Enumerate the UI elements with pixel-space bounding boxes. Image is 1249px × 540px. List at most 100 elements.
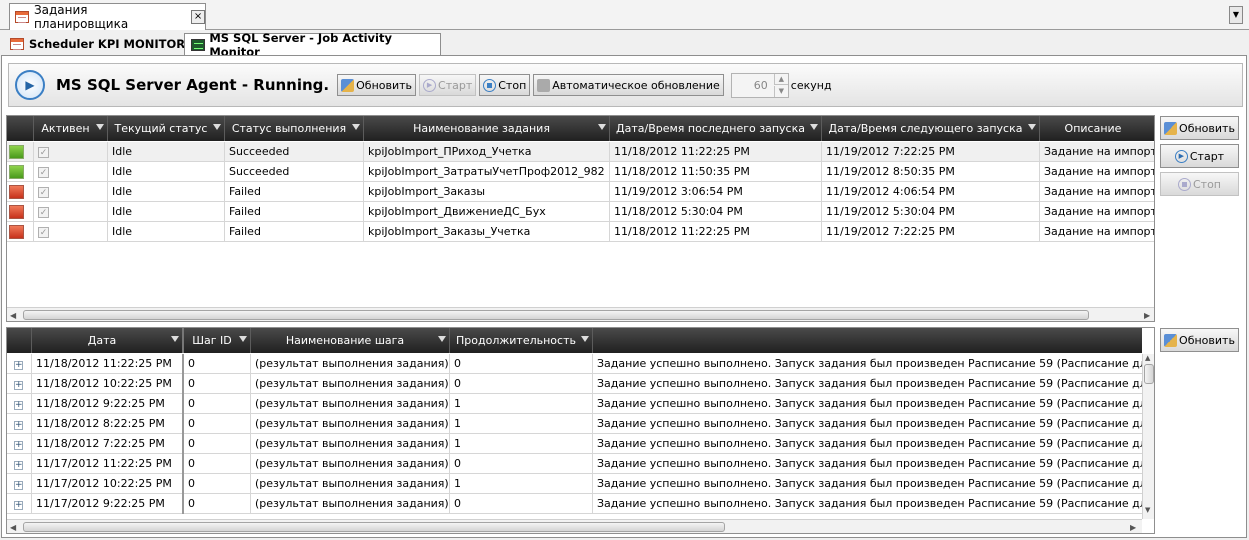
header-next-run[interactable]: Дата/Время следующего запуска bbox=[822, 116, 1040, 141]
header-job-name[interactable]: Наименование задания bbox=[364, 116, 610, 141]
history-row[interactable]: +11/18/2012 9:22:25 PM 0 (результат выполн… bbox=[7, 394, 1142, 414]
scroll-thumb[interactable] bbox=[1144, 364, 1154, 384]
expand-cell[interactable]: + bbox=[7, 434, 32, 454]
expand-cell[interactable]: + bbox=[7, 374, 32, 394]
refresh-interval-stepper[interactable]: 60 ▲ ▼ bbox=[730, 72, 789, 98]
chevron-left-icon[interactable]: ◀ bbox=[10, 311, 16, 320]
expand-plus-icon[interactable]: + bbox=[14, 481, 23, 490]
job-flag-cell bbox=[7, 202, 34, 222]
history-row[interactable]: +11/18/2012 11:22:25 PM 0 (результат выпол… bbox=[7, 354, 1142, 374]
auto-refresh-toggle[interactable]: Автоматическое обновление bbox=[533, 74, 724, 96]
job-row[interactable]: ✓ Idle Failed kpiJobImport_Заказы_Учетка 11/… bbox=[7, 222, 1154, 242]
expand-plus-icon[interactable]: + bbox=[14, 361, 23, 370]
header-description[interactable]: Описание bbox=[1040, 116, 1154, 141]
filter-icon[interactable] bbox=[213, 124, 221, 130]
header-enabled[interactable]: Активен bbox=[34, 116, 108, 141]
filter-icon[interactable] bbox=[1028, 124, 1036, 130]
header-step-id[interactable]: Шаг ID bbox=[184, 328, 251, 353]
job-flag-cell bbox=[7, 222, 34, 242]
history-duration-cell: 0 bbox=[450, 354, 593, 374]
history-date-cell: 11/17/2012 9:22:25 PM bbox=[32, 494, 184, 514]
expand-cell[interactable]: + bbox=[7, 454, 32, 474]
expand-cell[interactable]: + bbox=[7, 474, 32, 494]
job-row[interactable]: ✓ Idle Failed kpiJobImport_ДвижениеДС_Бух 11… bbox=[7, 202, 1154, 222]
jobs-grid-header: Активен Текущий статус Статус выполнения… bbox=[7, 116, 1154, 141]
header-execution-status[interactable]: Статус выполнения bbox=[225, 116, 364, 141]
job-next-cell: 11/19/2012 5:30:04 PM bbox=[822, 202, 1040, 222]
chevron-right-icon[interactable]: ▶ bbox=[1130, 523, 1136, 532]
expand-cell[interactable]: + bbox=[7, 354, 32, 374]
agent-refresh-button[interactable]: Обновить bbox=[337, 74, 417, 96]
header-step-name[interactable]: Наименование шага bbox=[251, 328, 450, 353]
job-enabled-cell: ✓ bbox=[34, 162, 108, 182]
tab-scheduler-kpi-monitor[interactable]: Scheduler KPI MONITOR bbox=[3, 33, 192, 55]
agent-stop-button[interactable]: Стоп bbox=[479, 74, 531, 96]
green-flag-icon bbox=[9, 165, 24, 179]
expand-plus-icon[interactable]: + bbox=[14, 421, 23, 430]
expand-cell[interactable]: + bbox=[7, 494, 32, 514]
history-row[interactable]: +11/18/2012 7:22:25 PM 0 (результат выполн… bbox=[7, 434, 1142, 454]
header-duration[interactable]: Продолжительность bbox=[450, 328, 593, 353]
jobs-refresh-button[interactable]: Обновить bbox=[1160, 116, 1239, 140]
history-message-cell: Задание успешно выполнено. Запуск задани… bbox=[597, 397, 1142, 410]
job-next-cell: 11/19/2012 7:22:25 PM bbox=[822, 222, 1040, 242]
chevron-left-icon[interactable]: ◀ bbox=[10, 523, 16, 532]
filter-icon[interactable] bbox=[581, 336, 589, 342]
history-row[interactable]: +11/17/2012 10:22:25 PM 0 (результат выпол… bbox=[7, 474, 1142, 494]
header-label: Шаг ID bbox=[192, 334, 232, 347]
job-enabled-cell: ✓ bbox=[34, 222, 108, 242]
history-row[interactable]: +11/17/2012 9:22:25 PM 0 (результат выполн… bbox=[7, 494, 1142, 514]
refresh-icon bbox=[1164, 333, 1178, 347]
history-vertical-scrollbar[interactable]: ▲ ▼ bbox=[1142, 354, 1154, 519]
header-message bbox=[593, 328, 1142, 353]
header-date[interactable]: Дата bbox=[32, 328, 184, 353]
expand-plus-icon[interactable]: + bbox=[14, 381, 23, 390]
job-row[interactable]: ✓ Idle Failed kpiJobImport_Заказы 11/19/2012… bbox=[7, 182, 1154, 202]
chevron-up-icon[interactable]: ▲ bbox=[1145, 354, 1150, 362]
history-row[interactable]: +11/18/2012 10:22:25 PM 0 (результат выпол… bbox=[7, 374, 1142, 394]
expand-cell[interactable]: + bbox=[7, 394, 32, 414]
filter-icon[interactable] bbox=[352, 124, 360, 130]
expand-plus-icon[interactable]: + bbox=[14, 461, 23, 470]
close-icon[interactable]: × bbox=[191, 10, 205, 24]
jobs-start-button[interactable]: ▶ Старт bbox=[1160, 144, 1239, 168]
job-last-cell: 11/18/2012 11:50:35 PM bbox=[610, 162, 822, 182]
header-last-run[interactable]: Дата/Время последнего запуска bbox=[610, 116, 822, 141]
expand-plus-icon[interactable]: + bbox=[14, 501, 23, 510]
expand-cell[interactable]: + bbox=[7, 414, 32, 434]
chevron-up-icon[interactable]: ▲ bbox=[773, 73, 788, 85]
job-current-cell: Idle bbox=[108, 202, 225, 222]
red-flag-icon bbox=[9, 185, 24, 199]
chevron-down-icon[interactable]: ▼ bbox=[1229, 6, 1243, 24]
job-current-cell: Idle bbox=[108, 142, 225, 162]
job-last-cell: 11/18/2012 5:30:04 PM bbox=[610, 202, 822, 222]
scroll-thumb[interactable] bbox=[23, 522, 725, 532]
filter-icon[interactable] bbox=[239, 336, 247, 342]
history-horizontal-scrollbar[interactable]: ◀ ▶ bbox=[7, 519, 1142, 533]
tab-job-activity-monitor[interactable]: MS SQL Server - Job Activity Monitor bbox=[184, 31, 441, 59]
filter-icon[interactable] bbox=[438, 336, 446, 342]
history-refresh-button[interactable]: Обновить bbox=[1160, 328, 1239, 352]
expand-plus-icon[interactable]: + bbox=[14, 441, 23, 450]
job-row[interactable]: ✓ Idle Succeeded kpiJobImport_ПРиход_Учетка… bbox=[7, 142, 1154, 162]
expand-plus-icon[interactable]: + bbox=[14, 401, 23, 410]
jobs-stop-button[interactable]: Стоп bbox=[1160, 172, 1239, 196]
filter-icon[interactable] bbox=[598, 124, 606, 130]
header-current-status[interactable]: Текущий статус bbox=[108, 116, 225, 141]
scroll-thumb[interactable] bbox=[23, 310, 1089, 320]
job-row[interactable]: ✓ Idle Succeeded kpiJobImport_ЗатратыУчетПр… bbox=[7, 162, 1154, 182]
history-row[interactable]: +11/17/2012 11:22:25 PM 0 (результат выпол… bbox=[7, 454, 1142, 474]
refresh-icon bbox=[341, 78, 355, 92]
chevron-down-icon[interactable]: ▼ bbox=[1145, 506, 1150, 514]
filter-icon[interactable] bbox=[810, 124, 818, 130]
history-row[interactable]: +11/18/2012 8:22:25 PM 0 (результат выполн… bbox=[7, 414, 1142, 434]
jobs-horizontal-scrollbar[interactable]: ◀ ▶ bbox=[7, 307, 1154, 321]
header-label: Статус выполнения bbox=[231, 122, 347, 135]
chevron-right-icon[interactable]: ▶ bbox=[1144, 311, 1150, 320]
filter-icon[interactable] bbox=[96, 124, 104, 130]
header-label: Дата bbox=[87, 334, 117, 347]
agent-start-button[interactable]: ▶ Старт bbox=[419, 74, 477, 96]
doc-tab-scheduler-jobs[interactable]: Задания планировщика × bbox=[9, 3, 206, 31]
filter-icon[interactable] bbox=[171, 336, 179, 342]
chevron-down-icon[interactable]: ▼ bbox=[773, 85, 788, 97]
